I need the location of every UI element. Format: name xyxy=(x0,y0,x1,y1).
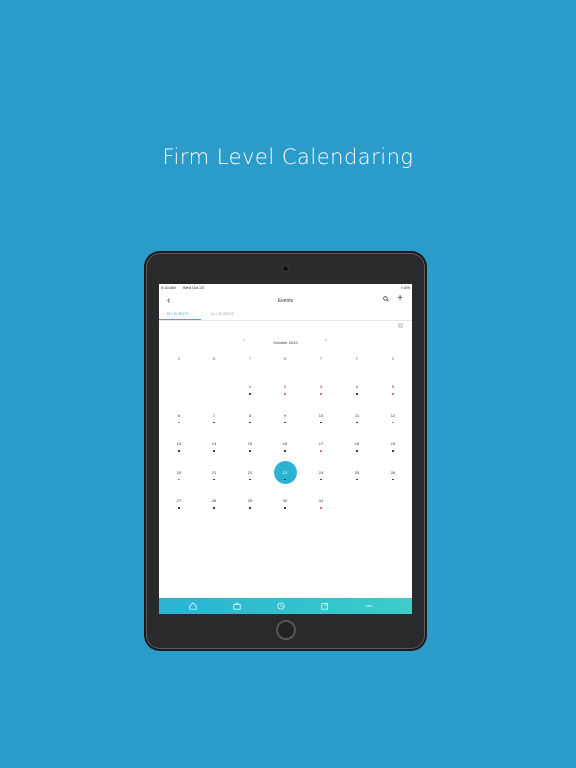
event-dot xyxy=(320,421,322,424)
event-dot xyxy=(178,450,180,452)
compose-icon[interactable] xyxy=(321,602,329,610)
calendar-day[interactable]: 31 xyxy=(311,498,331,503)
calendar-day[interactable]: 17 xyxy=(311,441,331,446)
calendar-day[interactable]: 22 xyxy=(240,470,260,475)
weekday-label: W xyxy=(283,357,287,361)
calendar-day[interactable]: 7 xyxy=(204,413,224,418)
calendar-day[interactable]: 30 xyxy=(275,498,295,503)
plus-icon[interactable]: + xyxy=(397,293,403,304)
search-icon[interactable] xyxy=(383,296,389,302)
weekday-header: SMTWTFS xyxy=(159,357,412,365)
app-screen: 9:43 AM Wed Oct 23 ≈ 6% ‹ Events + MY EV… xyxy=(159,284,412,614)
active-tab-indicator xyxy=(159,319,201,320)
status-bar: 9:43 AM Wed Oct 23 ≈ 6% xyxy=(159,284,412,292)
status-time: 9:43 AM xyxy=(161,285,176,290)
weekday-label: S xyxy=(391,357,395,361)
grid-view-icon[interactable] xyxy=(398,323,403,328)
calendar-day[interactable]: 8 xyxy=(240,413,260,418)
event-dot xyxy=(249,421,251,424)
month-label: October 2019 xyxy=(273,340,298,345)
event-dot xyxy=(249,478,251,481)
event-dot xyxy=(284,421,286,424)
weekday-label: T xyxy=(319,357,323,361)
month-navigator: ‹ October 2019 › xyxy=(159,337,412,347)
home-button[interactable] xyxy=(276,620,296,640)
calendar-day[interactable]: 11 xyxy=(347,413,367,418)
events-tabs: MY EVENTS ALL EVENTS xyxy=(159,310,412,321)
event-dot xyxy=(178,507,180,509)
event-dot xyxy=(392,421,394,424)
event-dot xyxy=(392,478,394,481)
calendar-day[interactable]: 23 xyxy=(275,470,295,475)
calendar-day[interactable]: 9 xyxy=(275,413,295,418)
camera-icon xyxy=(283,266,288,271)
status-battery: 6% xyxy=(404,285,410,290)
calendar-day[interactable]: 28 xyxy=(204,498,224,503)
weekday-label: F xyxy=(355,357,359,361)
calendar-day[interactable]: 14 xyxy=(204,441,224,446)
event-dot xyxy=(178,421,180,424)
weekday-label: S xyxy=(177,357,181,361)
calendar-day[interactable]: 25 xyxy=(347,470,367,475)
event-dot xyxy=(320,450,322,452)
event-dot xyxy=(213,450,215,452)
event-dot xyxy=(284,507,286,509)
calendar-day[interactable]: 24 xyxy=(311,470,331,475)
wifi-icon: ≈ xyxy=(400,285,404,290)
calendar-day[interactable]: 6 xyxy=(169,413,189,418)
event-dot xyxy=(320,478,322,481)
calendar-day[interactable]: 3 xyxy=(311,384,331,389)
calendar-day[interactable]: 1 xyxy=(240,384,260,389)
event-dot xyxy=(356,478,358,481)
event-dot xyxy=(178,478,180,481)
calendar-day[interactable]: 16 xyxy=(275,441,295,446)
bottom-tab-bar xyxy=(159,598,412,614)
event-dot xyxy=(320,507,322,509)
more-icon[interactable] xyxy=(365,602,373,610)
calendar-day[interactable]: 26 xyxy=(383,470,403,475)
calendar-day[interactable]: 27 xyxy=(169,498,189,503)
next-month-chevron-icon[interactable]: › xyxy=(325,338,327,344)
event-dot xyxy=(356,421,358,424)
calendar-day[interactable]: 12 xyxy=(383,413,403,418)
calendar-day[interactable]: 2 xyxy=(275,384,295,389)
event-dot xyxy=(213,421,215,424)
event-dot xyxy=(284,393,286,395)
calendar-day[interactable]: 5 xyxy=(383,384,403,389)
calendar-day[interactable]: 29 xyxy=(240,498,260,503)
calendar-day[interactable]: 18 xyxy=(347,441,367,446)
event-dot xyxy=(356,450,358,452)
calendar-day[interactable]: 20 xyxy=(169,470,189,475)
calendar-day[interactable]: 15 xyxy=(240,441,260,446)
event-dot xyxy=(320,393,322,395)
weekday-label: T xyxy=(248,357,252,361)
event-dot xyxy=(249,393,251,395)
page-title: Events xyxy=(277,298,294,304)
calendar-day[interactable]: 4 xyxy=(347,384,367,389)
event-dot xyxy=(213,478,215,481)
calendar-day[interactable]: 13 xyxy=(169,441,189,446)
clock-icon[interactable] xyxy=(277,602,285,610)
ipad-device-frame: 9:43 AM Wed Oct 23 ≈ 6% ‹ Events + MY EV… xyxy=(146,253,425,649)
calendar-day[interactable]: 21 xyxy=(204,470,224,475)
event-dot xyxy=(249,507,251,509)
nav-bar: ‹ Events + xyxy=(159,292,412,310)
weekday-label: M xyxy=(212,357,216,361)
tab-my-events[interactable]: MY EVENTS xyxy=(167,312,189,316)
calendar-day[interactable]: 10 xyxy=(311,413,331,418)
event-dot xyxy=(356,393,358,395)
calendar-day[interactable]: 19 xyxy=(383,441,403,446)
page-headline: Firm Level Calendaring xyxy=(162,145,414,169)
tab-all-events[interactable]: ALL EVENTS xyxy=(211,312,234,316)
status-date: Wed Oct 23 xyxy=(182,285,204,290)
event-dot xyxy=(284,450,286,452)
event-dot xyxy=(392,450,394,452)
home-icon[interactable] xyxy=(189,602,197,610)
briefcase-icon[interactable] xyxy=(233,602,241,610)
event-dot xyxy=(249,450,251,452)
event-dot xyxy=(392,393,394,395)
event-dot xyxy=(213,507,215,509)
